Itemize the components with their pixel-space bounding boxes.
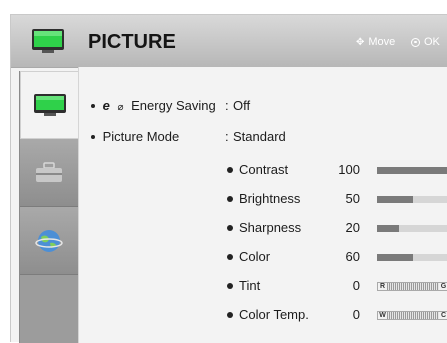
energy-saving-label: Energy Saving	[131, 98, 216, 113]
picture-menu-panel: PICTURE ✥ Move OK e ⌀ Energy Saving: Of…	[10, 14, 447, 343]
adjustment-row-sharpness[interactable]: Sharpness 20	[227, 220, 447, 240]
globe-icon	[35, 229, 63, 252]
energy-saving-row[interactable]: e ⌀ Energy Saving : Off	[91, 98, 250, 118]
ok-hint: OK	[411, 36, 440, 48]
scale-left-label: W	[378, 312, 387, 319]
toolbox-icon	[36, 161, 62, 182]
eco-icon: e	[102, 98, 110, 113]
level-bar[interactable]	[377, 225, 447, 232]
tab-picture[interactable]	[20, 71, 79, 139]
picture-mode-separator: :	[225, 129, 229, 144]
adjustment-value: 50	[345, 191, 360, 206]
bullet	[227, 166, 233, 173]
level-bar[interactable]	[377, 254, 447, 261]
balance-scale[interactable]: RG	[377, 282, 447, 291]
scale-right-label: G	[439, 283, 447, 290]
ok-hint-label: OK	[424, 36, 440, 48]
tv-icon	[32, 29, 64, 53]
move-hint: ✥ Move	[356, 36, 395, 48]
adjustment-row-tint[interactable]: Tint 0 R G	[227, 278, 447, 298]
picture-mode-value: Standard	[233, 129, 286, 144]
bullet	[227, 224, 233, 231]
adjustment-row-color-temp[interactable]: Color Temp. 0 W C	[227, 307, 447, 327]
bullet	[227, 282, 233, 289]
settings-content: e ⌀ Energy Saving : Off Picture Mode : S…	[78, 67, 447, 343]
leaf-icon: ⌀	[117, 102, 124, 113]
adjustment-value: 60	[345, 249, 360, 264]
energy-saving-value: Off	[233, 98, 251, 113]
level-bar-fill	[377, 196, 413, 203]
bullet	[227, 311, 233, 318]
page-title: PICTURE	[88, 31, 176, 53]
adjustment-row-color[interactable]: Color 60	[227, 249, 447, 269]
category-sidebar	[19, 71, 79, 343]
adjustment-label: Sharpness	[239, 220, 302, 235]
tab-setup[interactable]	[20, 139, 78, 207]
tv-icon	[34, 94, 66, 116]
adjustment-row-contrast[interactable]: Contrast 100	[227, 162, 447, 182]
move-hint-label: Move	[368, 36, 396, 48]
adjustment-label: Tint	[239, 278, 261, 293]
adjustment-label: Contrast	[239, 162, 289, 177]
adjustment-row-brightness[interactable]: Brightness 50	[227, 191, 447, 211]
energy-saving-separator: :	[225, 98, 229, 113]
adjustment-value: 100	[338, 162, 360, 177]
tab-network[interactable]	[20, 207, 78, 275]
adjustment-value: 0	[352, 307, 360, 322]
level-bar[interactable]	[377, 167, 447, 174]
picture-mode-label: Picture Mode	[102, 129, 180, 144]
picture-mode-row[interactable]: Picture Mode : Standard	[91, 129, 286, 149]
bullet	[227, 195, 233, 202]
adjustment-label: Brightness	[239, 191, 301, 206]
bullet	[91, 134, 95, 139]
adjustment-value: 0	[352, 278, 360, 293]
level-bar-fill	[377, 167, 447, 174]
level-bar-fill	[377, 254, 413, 261]
scale-left-label: R	[378, 283, 387, 290]
menu-header: PICTURE ✥ Move OK	[11, 15, 447, 68]
ok-button-icon	[411, 37, 420, 47]
level-bar[interactable]	[377, 196, 447, 203]
move-arrows-icon: ✥	[356, 36, 365, 48]
bullet	[227, 253, 233, 260]
adjustment-value: 20	[345, 220, 360, 235]
adjustment-label: Color Temp.	[239, 307, 309, 322]
adjustment-label: Color	[239, 249, 271, 264]
balance-scale[interactable]: WC	[377, 311, 447, 320]
level-bar-fill	[377, 225, 399, 232]
scale-right-label: C	[439, 312, 447, 319]
bullet	[91, 103, 95, 108]
